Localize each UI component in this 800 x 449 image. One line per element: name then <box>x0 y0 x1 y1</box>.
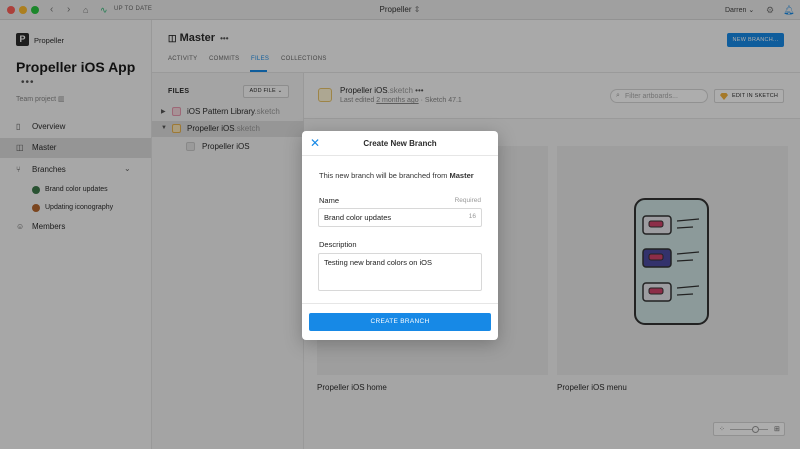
dialog-footer: CREATE BRANCH <box>302 303 498 340</box>
character-count: 16 <box>468 213 476 220</box>
create-branch-dialog: ✕ Create New Branch This new branch will… <box>302 131 498 340</box>
dialog-header: ✕ Create New Branch <box>302 131 498 156</box>
create-branch-button[interactable]: CREATE BRANCH <box>309 313 491 331</box>
branch-name-input[interactable]: Brand color updates 16 <box>318 208 482 227</box>
name-label: Name <box>319 196 340 205</box>
branch-description-textarea[interactable]: Testing new brand colors on iOS <box>318 253 482 291</box>
dialog-description: This new branch will be branched from Ma… <box>319 171 474 180</box>
description-label: Description <box>319 240 357 249</box>
required-hint: Required <box>454 197 481 204</box>
dialog-title: Create New Branch <box>363 139 437 148</box>
